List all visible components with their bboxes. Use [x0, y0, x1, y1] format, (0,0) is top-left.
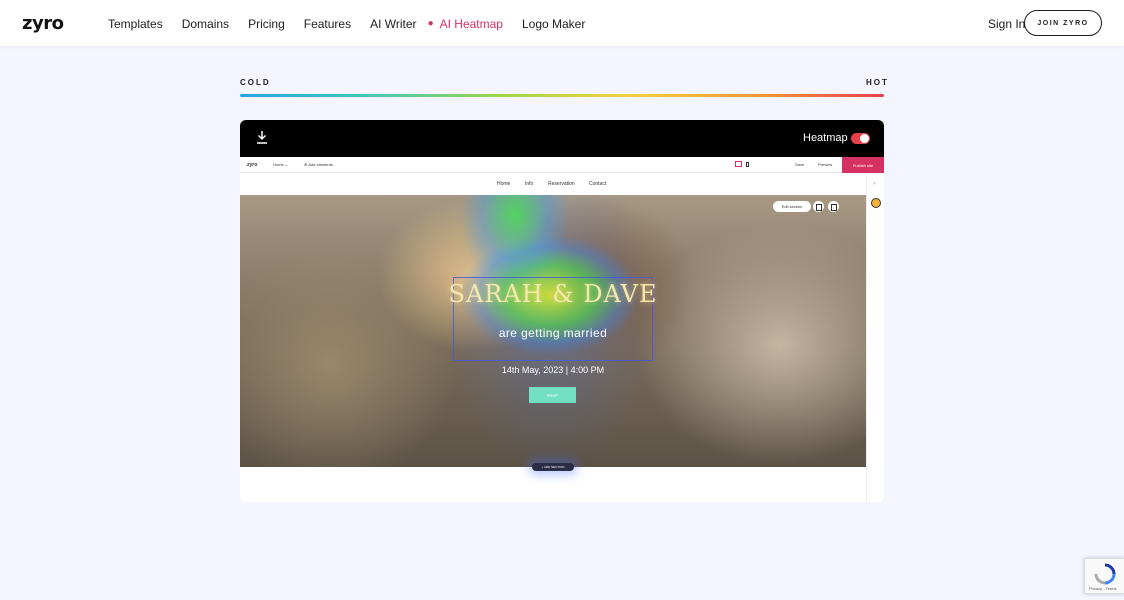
nav-link-templates[interactable]: Templates — [108, 17, 163, 31]
hero-section: Edit section SARAH & DAVE are getting ma… — [240, 195, 866, 467]
recaptcha-badge[interactable]: Privacy - Terms — [1084, 558, 1124, 594]
site-nav-info[interactable]: Info — [525, 181, 533, 187]
nav-link-features[interactable]: Features — [304, 17, 351, 31]
join-button[interactable]: JOIN ZYRO — [1024, 10, 1102, 36]
download-icon[interactable] — [256, 130, 268, 144]
side-panel: › — [866, 173, 884, 502]
nav-link-ai-heatmap[interactable]: AI Heatmap — [440, 17, 503, 31]
recaptcha-icon — [1094, 563, 1116, 585]
heatmap-toggle[interactable] — [851, 133, 870, 144]
mobile-icon[interactable] — [746, 162, 749, 167]
add-section-button[interactable]: + ADD SECTION — [532, 463, 574, 471]
heatmap-preview-frame: Heatmap zyro Home ⌄ ⊕ Add elements Save … — [240, 120, 884, 502]
chevron-right-icon[interactable]: › — [873, 181, 875, 187]
builder-toolbar: zyro Home ⌄ ⊕ Add elements Save Preview … — [240, 157, 884, 173]
edit-section-button[interactable]: Edit section — [773, 201, 811, 212]
builder-preview[interactable]: Preview — [818, 162, 832, 167]
rsvp-button[interactable]: RSVP — [529, 387, 576, 403]
site-nav-contact[interactable]: Contact — [589, 181, 606, 187]
builder-page-select[interactable]: Home ⌄ — [273, 162, 288, 167]
heat-scale-bar — [240, 94, 884, 97]
hero-title: SARAH & DAVE — [448, 280, 658, 308]
scale-cold-label: COLD — [240, 78, 271, 87]
builder-logo: zyro — [247, 162, 258, 168]
nav-link-domains[interactable]: Domains — [182, 17, 229, 31]
toggle-knob — [860, 134, 869, 143]
zyro-logo[interactable]: zyro — [22, 13, 64, 34]
sign-in-link[interactable]: Sign In — [988, 17, 1025, 31]
copy-icon[interactable] — [813, 201, 824, 212]
heatmap-label: Heatmap — [803, 132, 848, 144]
nav-link-logo-maker[interactable]: Logo Maker — [522, 17, 585, 31]
nav-link-ai-writer[interactable]: AI Writer — [370, 17, 416, 31]
nav-links: Templates Domains Pricing Features AI Wr… — [108, 17, 585, 31]
hero-date: 14th May, 2023 | 4:00 PM — [501, 365, 605, 375]
site-nav-reservation[interactable]: Reservation — [548, 181, 575, 187]
builder-add-elements[interactable]: ⊕ Add elements — [304, 162, 333, 167]
scale-hot-label: HOT — [866, 78, 889, 87]
builder-save[interactable]: Save — [795, 162, 804, 167]
nav-link-pricing[interactable]: Pricing — [248, 17, 285, 31]
active-dot-icon: ● — [427, 18, 434, 29]
builder-publish-button[interactable]: Publish site — [842, 157, 884, 173]
site-nav: Home Info Reservation Contact — [240, 173, 866, 195]
hero-subtitle: are getting married — [498, 326, 608, 340]
preview-header: Heatmap — [240, 120, 884, 157]
site-nav-home[interactable]: Home — [497, 181, 510, 187]
desktop-icon[interactable] — [735, 161, 742, 167]
recaptcha-links[interactable]: Privacy - Terms — [1089, 586, 1116, 591]
top-nav: zyro Templates Domains Pricing Features … — [0, 0, 1124, 46]
avatar[interactable] — [871, 198, 881, 208]
trash-icon[interactable] — [828, 201, 839, 212]
